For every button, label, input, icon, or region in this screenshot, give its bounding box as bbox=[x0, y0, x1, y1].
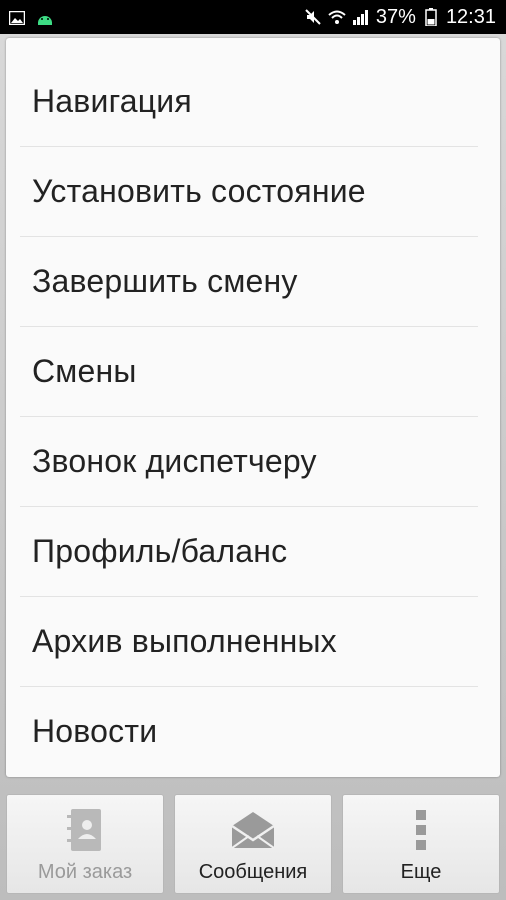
menu-item-end-shift[interactable]: Завершить смену bbox=[6, 236, 500, 326]
menu-item-label: Установить состояние bbox=[32, 172, 366, 209]
menu-item-label: Профиль/баланс bbox=[32, 532, 288, 569]
messages-button[interactable]: Сообщения bbox=[174, 794, 332, 894]
contacts-book-icon bbox=[65, 805, 105, 855]
menu-item-label: Новости bbox=[32, 712, 158, 749]
menu-item-navigation[interactable]: Навигация bbox=[6, 56, 500, 146]
my-order-button[interactable]: Мой заказ bbox=[6, 794, 164, 894]
envelope-icon bbox=[229, 805, 277, 855]
menu-item-label: Архив выполненных bbox=[32, 622, 337, 659]
menu-item-label: Навигация bbox=[32, 82, 192, 119]
image-icon bbox=[8, 9, 26, 27]
signal-icon bbox=[352, 8, 370, 26]
menu-item-label: Завершить смену bbox=[32, 262, 298, 299]
my-order-label: Мой заказ bbox=[37, 861, 133, 883]
menu-item-shifts[interactable]: Смены bbox=[6, 326, 500, 416]
messages-label: Сообщения bbox=[198, 861, 308, 883]
options-menu: Навигация Установить состояние Завершить… bbox=[6, 38, 500, 777]
mute-icon bbox=[304, 8, 322, 26]
battery-percent: 37% bbox=[375, 6, 416, 28]
menu-item-set-status[interactable]: Установить состояние bbox=[6, 146, 500, 236]
menu-item-profile-balance[interactable]: Профиль/баланс bbox=[6, 506, 500, 596]
menu-list: Навигация Установить состояние Завершить… bbox=[6, 56, 500, 776]
android-icon bbox=[36, 9, 54, 27]
battery-icon bbox=[422, 8, 440, 26]
menu-item-call-dispatcher[interactable]: Звонок диспетчеру bbox=[6, 416, 500, 506]
more-vertical-icon bbox=[414, 805, 428, 855]
more-button[interactable]: Еще bbox=[342, 794, 500, 894]
bottom-toolbar: Мой заказ Сообщения Еще bbox=[0, 788, 506, 900]
more-label: Еще bbox=[400, 861, 442, 883]
status-bar: 37% 12:31 bbox=[0, 0, 506, 34]
menu-item-news[interactable]: Новости bbox=[6, 686, 500, 776]
menu-item-completed-archive[interactable]: Архив выполненных bbox=[6, 596, 500, 686]
menu-item-label: Смены bbox=[32, 352, 137, 389]
menu-item-label: Звонок диспетчеру bbox=[32, 442, 317, 479]
clock: 12:31 bbox=[445, 6, 496, 28]
wifi-icon bbox=[328, 8, 346, 26]
